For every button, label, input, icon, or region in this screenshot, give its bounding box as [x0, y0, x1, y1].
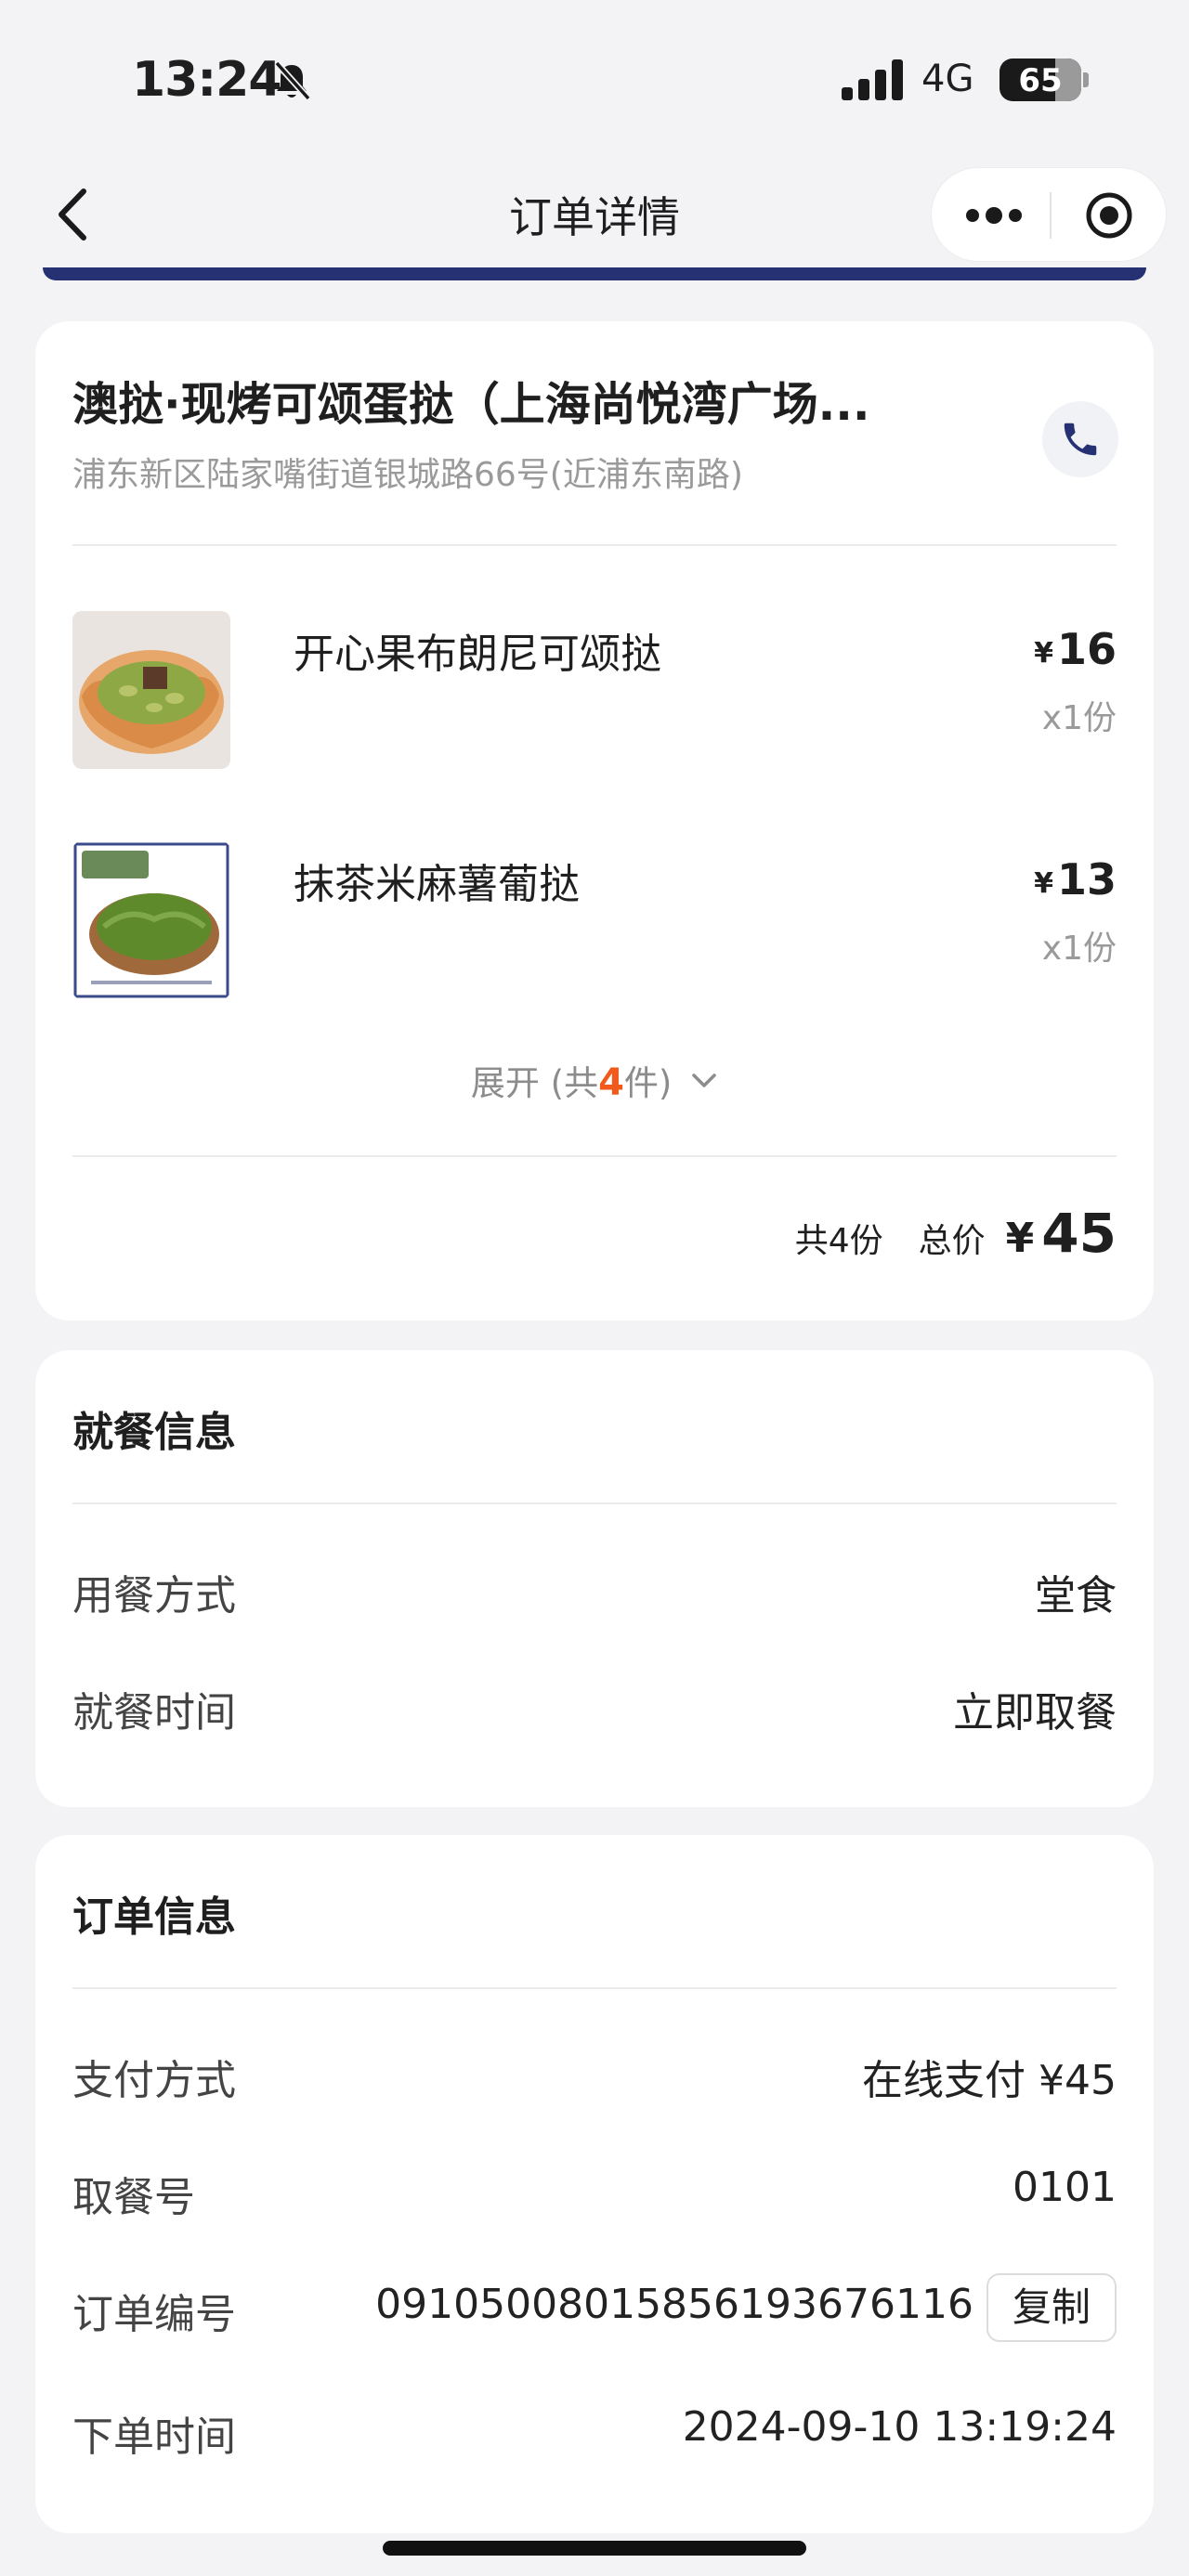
status-time: 13:24 [132, 52, 282, 108]
dining-info-card: 就餐信息 用餐方式 堂食 就餐时间 立即取餐 [35, 1350, 1154, 1807]
info-label: 下单时间 [72, 2413, 236, 2461]
network-type: 4G [921, 58, 974, 100]
expand-prefix: 展开 (共 [470, 1063, 599, 1103]
info-row-order-time: 下单时间 2024-09-10 13:19:24 [72, 2396, 1117, 2461]
order-item: 抹茶米麻薯葡挞 ¥13 x1份 [72, 841, 1117, 1001]
item-name: 抹茶米麻薯葡挞 [294, 861, 580, 908]
total-count: 共4份 [794, 1222, 883, 1260]
call-store-button[interactable] [1042, 401, 1118, 477]
total-label: 总价 [918, 1222, 986, 1260]
battery-icon: 65 [1000, 59, 1081, 101]
currency-symbol: ¥ [1034, 637, 1053, 670]
battery-cap [1083, 72, 1089, 87]
header-accent-bar [43, 267, 1146, 280]
total-currency: ¥ [1005, 1215, 1035, 1262]
bell-muted-icon [274, 60, 311, 101]
order-info-card: 订单信息 支付方式 在线支付 ¥45 取餐号 0101 订单编号 0910500… [35, 1835, 1154, 2533]
battery-level: 65 [1018, 62, 1063, 99]
info-row-dining-mode: 用餐方式 堂食 [72, 1555, 1117, 1620]
status-bar: 13:24 4G 65 [0, 0, 1189, 158]
capsule-divider [1050, 192, 1052, 239]
currency-symbol: ¥ [1034, 867, 1053, 900]
item-image [72, 841, 230, 999]
order-time: 2024-09-10 13:19:24 [682, 2403, 1117, 2451]
payment-value: 在线支付 ¥45 [862, 2057, 1117, 2104]
section-title: 就餐信息 [72, 1409, 236, 1456]
order-total: 共4份 总价 ¥45 [795, 1202, 1117, 1265]
item-price: ¥16 [1034, 624, 1117, 674]
mini-program-capsule [931, 167, 1167, 262]
pickup-number: 0101 [1013, 2164, 1117, 2211]
divider [72, 1155, 1117, 1157]
section-title: 订单信息 [72, 1893, 236, 1941]
nav-bar: 订单详情 [0, 158, 1189, 279]
home-indicator [383, 2541, 806, 2556]
price-value: 16 [1056, 624, 1117, 674]
item-name: 开心果布朗尼可颂挞 [294, 631, 661, 678]
total-amount: 45 [1041, 1202, 1117, 1265]
copy-button[interactable]: 复制 [986, 2273, 1117, 2342]
info-label: 取餐号 [72, 2174, 195, 2221]
item-image [72, 611, 230, 769]
phone-icon [1064, 423, 1097, 456]
item-quantity: x1份 [1041, 699, 1117, 737]
info-row-dining-time: 就餐时间 立即取餐 [72, 1672, 1117, 1737]
expand-suffix: 件) [623, 1063, 673, 1103]
more-icon[interactable] [963, 200, 1025, 231]
order-item: 开心果布朗尼可颂挞 ¥16 x1份 [72, 611, 1117, 771]
divider [72, 544, 1117, 546]
store-name[interactable]: 澳挞·现烤可颂蛋挞（上海尚悦湾广场... [72, 368, 983, 434]
price-value: 13 [1056, 854, 1117, 904]
order-number: 09105008015856193676116 [375, 2281, 973, 2328]
info-row-order-number: 订单编号 09105008015856193676116 复制 [72, 2273, 1117, 2342]
item-price: ¥13 [1034, 854, 1117, 904]
info-value: 立即取餐 [953, 1689, 1117, 1737]
info-label: 就餐时间 [72, 1689, 236, 1737]
info-value: 堂食 [1035, 1572, 1117, 1620]
expand-count: 4 [598, 1061, 624, 1104]
info-label: 用餐方式 [72, 1572, 236, 1620]
store-card: 澳挞·现烤可颂蛋挞（上海尚悦湾广场... 浦东新区陆家嘴街道银城路66号(近浦东… [35, 321, 1154, 1321]
signal-icon [842, 59, 903, 100]
expand-items-toggle[interactable]: 展开 (共4件) [35, 1055, 1154, 1105]
info-row-pickup-number: 取餐号 0101 [72, 2156, 1117, 2221]
divider [72, 1503, 1117, 1504]
store-address: 浦东新区陆家嘴街道银城路66号(近浦东南路) [72, 456, 743, 494]
chevron-down-icon [692, 1073, 716, 1087]
info-row-payment: 支付方式 在线支付 ¥45 [72, 2039, 1117, 2104]
close-target-icon[interactable] [1084, 190, 1134, 241]
info-label: 订单编号 [72, 2291, 236, 2338]
item-quantity: x1份 [1041, 930, 1117, 968]
divider [72, 1987, 1117, 1989]
info-label: 支付方式 [72, 2057, 236, 2104]
